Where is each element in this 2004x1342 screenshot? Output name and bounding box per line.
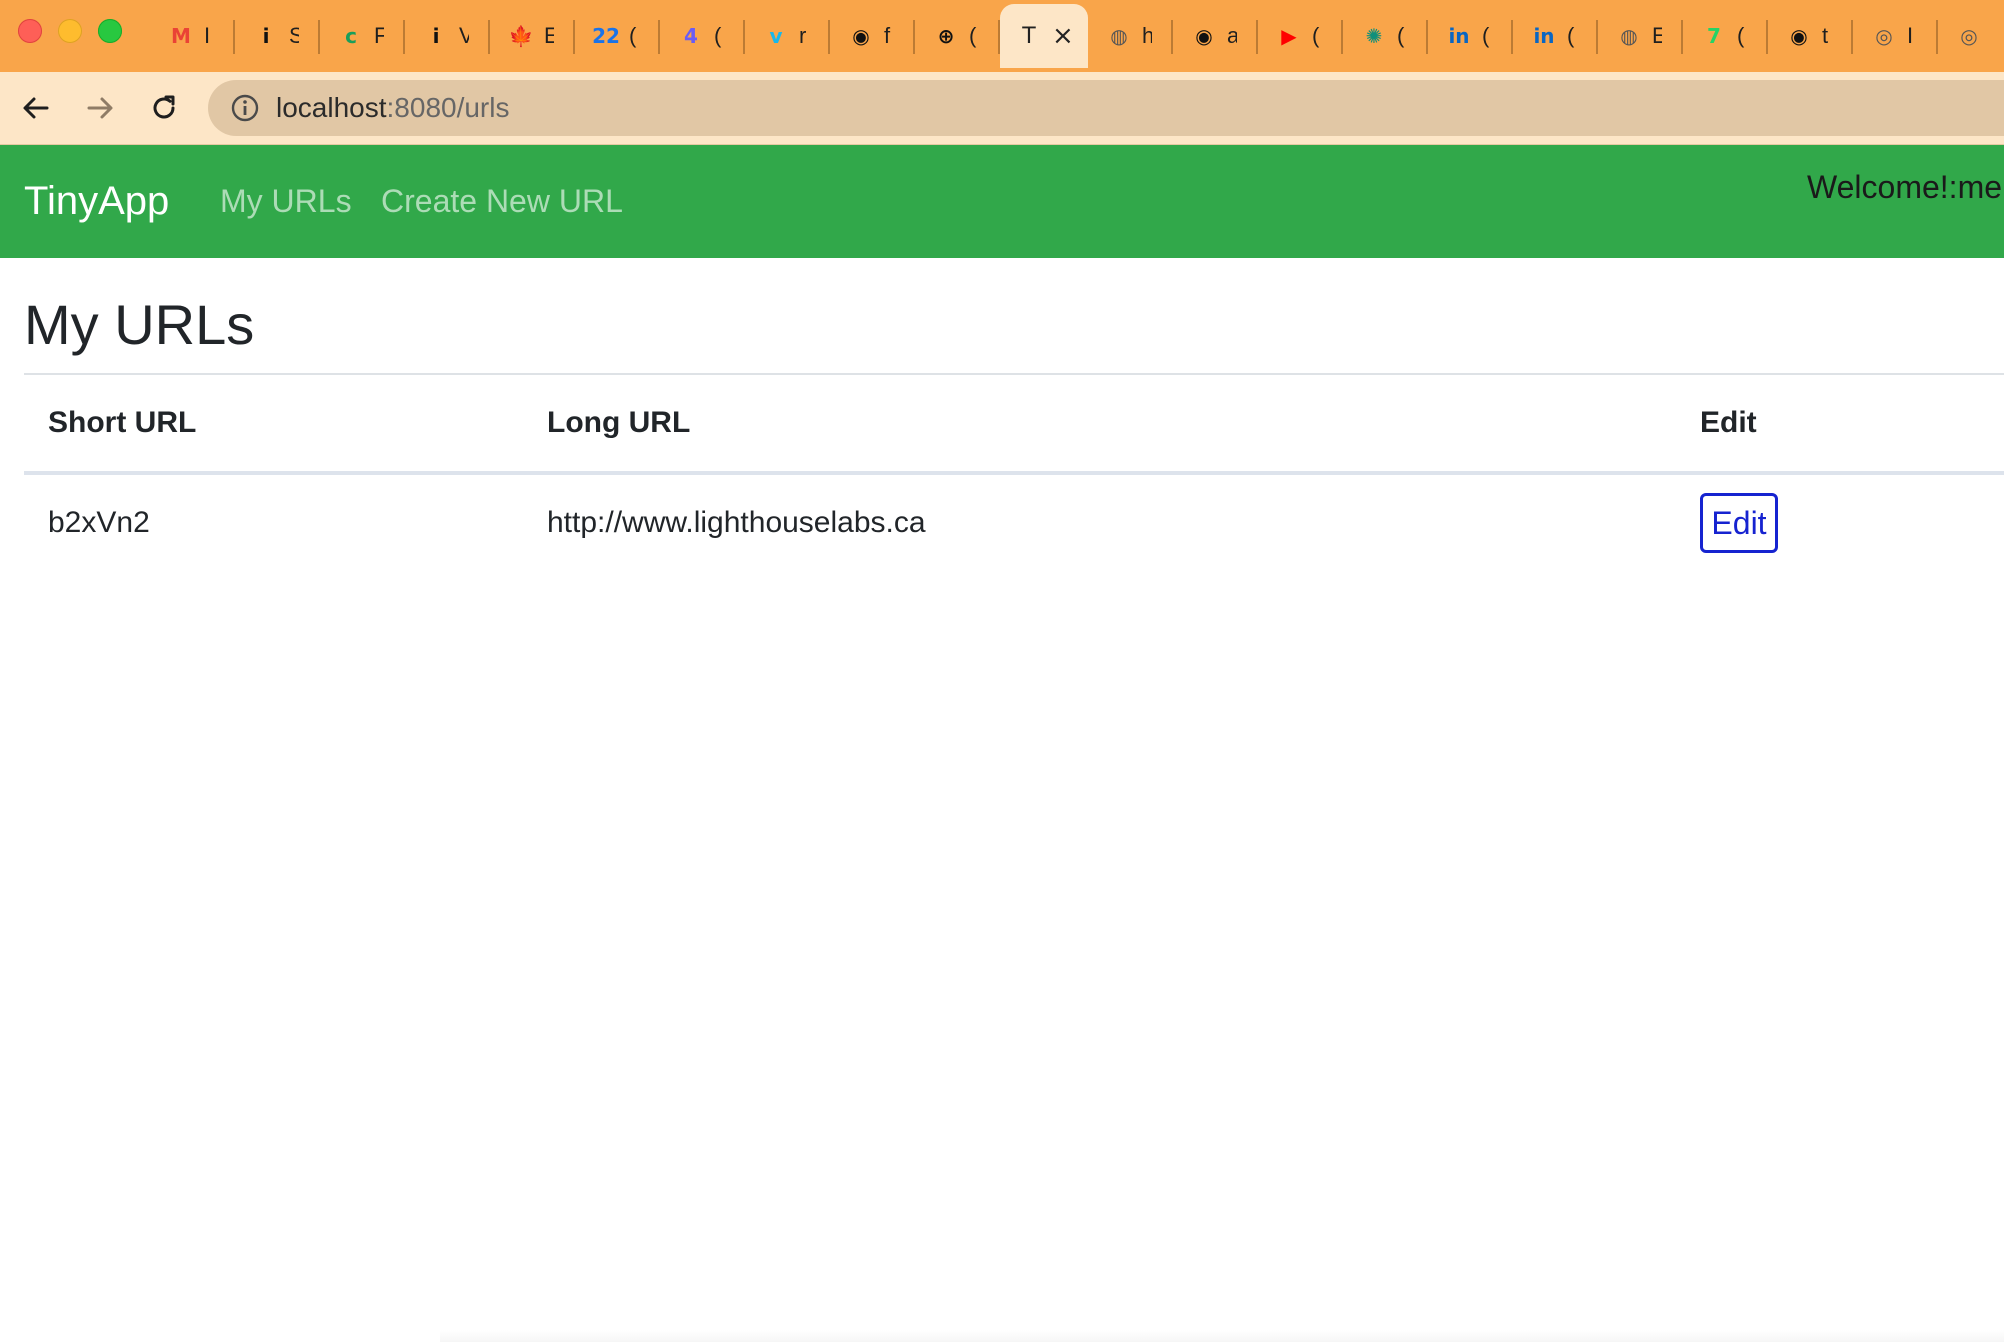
table-header-divider	[24, 471, 2004, 475]
tab-label: r	[799, 23, 807, 48]
browser-tab[interactable]: ▶(	[1258, 4, 1343, 68]
tab-label: a	[1227, 23, 1237, 48]
browser-tab[interactable]: in (	[1428, 4, 1513, 68]
browser-tab[interactable]: MI	[150, 4, 235, 68]
browser-tab[interactable]: vr	[745, 4, 830, 68]
tab-close-icon[interactable]: ×	[1052, 23, 1074, 49]
column-header-short-url: Short URL	[48, 406, 197, 439]
window-bottom-edge	[440, 1330, 2004, 1342]
tab-label: (	[1397, 23, 1405, 48]
whatsapp-icon: 7	[1707, 24, 1721, 48]
compass-icon: ⊕	[937, 24, 955, 48]
forward-button[interactable]	[80, 88, 120, 128]
browser-tab[interactable]: ✺(	[1343, 4, 1428, 68]
tab-label: F	[374, 23, 384, 48]
title-divider	[24, 373, 2004, 375]
column-header-edit: Edit	[1700, 406, 1757, 439]
browser-tab[interactable]: 22 (	[575, 4, 660, 68]
window-zoom-button[interactable]	[98, 19, 122, 43]
tab-label: t	[1822, 23, 1829, 48]
browser-tab[interactable]: ◍ h	[1088, 4, 1173, 68]
openai-icon: ✺	[1365, 24, 1383, 48]
tab-title-initial: T	[1022, 23, 1036, 49]
browser-tab-active[interactable]: T ×	[1000, 4, 1088, 68]
column-header-long-url: Long URL	[547, 406, 691, 439]
chrome-icon: ◎	[1875, 24, 1893, 48]
maple-leaf-icon: 🍁	[508, 24, 534, 48]
page-title: My URLs	[24, 293, 255, 356]
browser-tab[interactable]: in (	[1513, 4, 1598, 68]
back-button[interactable]	[16, 88, 56, 128]
tab-label: V	[459, 23, 469, 48]
tab-label: (	[714, 23, 722, 48]
welcome-text: Welcome!:me	[1807, 169, 2003, 205]
linkedin-icon: in	[1533, 24, 1555, 48]
browser-tab[interactable]: 🍁 E	[490, 4, 575, 68]
back-arrow-icon	[23, 97, 49, 119]
linkedin-icon: in	[1448, 24, 1470, 48]
globe-icon: ◍	[1110, 24, 1128, 48]
tab-label: I	[204, 23, 211, 48]
gmail-icon: M	[171, 24, 191, 48]
edit-button[interactable]: Edit	[1700, 493, 1778, 553]
info-icon: i	[432, 24, 440, 48]
short-url-cell: b2xVn2	[48, 506, 150, 539]
browser-tab[interactable]: ◉ a	[1173, 4, 1258, 68]
tab-label: (	[1737, 23, 1745, 48]
browser-tab[interactable]: ◉ f	[830, 4, 915, 68]
github-icon: ◉	[852, 24, 870, 48]
url-host: localhost	[276, 92, 387, 123]
youtube-icon: ▶	[1281, 24, 1297, 48]
tab-label: E	[1652, 23, 1662, 48]
github-icon: ◉	[1790, 24, 1808, 48]
tab-label: (	[969, 23, 977, 48]
tab-label: (	[1312, 23, 1320, 48]
forward-arrow-icon	[87, 97, 113, 119]
site-navbar: TinyApp My URLs Create New URL Welcome!:…	[0, 145, 2004, 258]
address-url: localhost:8080/urls	[276, 92, 509, 124]
browser-tab[interactable]: cF	[320, 4, 405, 68]
browser-tab[interactable]: ◎ I	[1853, 4, 1938, 68]
browser-tab[interactable]: ◍ E	[1598, 4, 1683, 68]
url-path: :8080/urls	[386, 92, 510, 123]
github-icon: ◉	[1195, 24, 1213, 48]
messenger-icon: 4	[684, 24, 698, 48]
tab-label: E	[544, 23, 554, 48]
browser-tab[interactable]: iS	[235, 4, 320, 68]
chat-icon: c	[345, 24, 357, 48]
browser-tab[interactable]: 4(	[660, 4, 745, 68]
brand-link[interactable]: TinyApp	[24, 179, 169, 224]
browser-tab[interactable]: ◎	[1938, 4, 2004, 68]
long-url-cell: http://www.lighthouselabs.ca	[547, 506, 926, 539]
reload-icon	[153, 95, 175, 119]
tab-label: (	[1482, 23, 1490, 48]
vimeo-icon: v	[769, 24, 783, 48]
tab-label: h	[1142, 23, 1152, 48]
tab-label: S	[289, 23, 299, 48]
browser-tab-strip: M Ii Sc Fi V 🍁 E 22(4(v r ◉ f ⊕(T × ◍ h ◉ a ▶(✺(in(in(◍ E 7…	[0, 0, 2004, 72]
info-icon: i	[262, 24, 270, 48]
browser-toolbar: localhost:8080/urls	[0, 72, 2004, 145]
chrome-icon: ◎	[1960, 24, 1978, 48]
globe-icon: ◍	[1620, 24, 1638, 48]
browser-tab[interactable]: iV	[405, 4, 490, 68]
reload-button[interactable]	[144, 88, 184, 128]
tab-label: (	[1567, 23, 1575, 48]
window-close-button[interactable]	[18, 19, 42, 43]
window-minimize-button[interactable]	[58, 19, 82, 43]
address-bar[interactable]: localhost:8080/urls	[208, 80, 2004, 136]
browser-tab[interactable]: ⊕(	[915, 4, 1000, 68]
calendar-icon: 22	[592, 24, 620, 48]
nav-link-my-urls[interactable]: My URLs	[220, 183, 352, 220]
site-info-icon[interactable]	[230, 93, 260, 123]
browser-tab[interactable]: 7(	[1683, 4, 1768, 68]
nav-link-create-new-url[interactable]: Create New URL	[381, 183, 623, 220]
tab-label: f	[884, 23, 891, 48]
browser-tab[interactable]: ◉ t	[1768, 4, 1853, 68]
tab-label: (	[629, 23, 637, 48]
tab-label: I	[1907, 23, 1914, 48]
